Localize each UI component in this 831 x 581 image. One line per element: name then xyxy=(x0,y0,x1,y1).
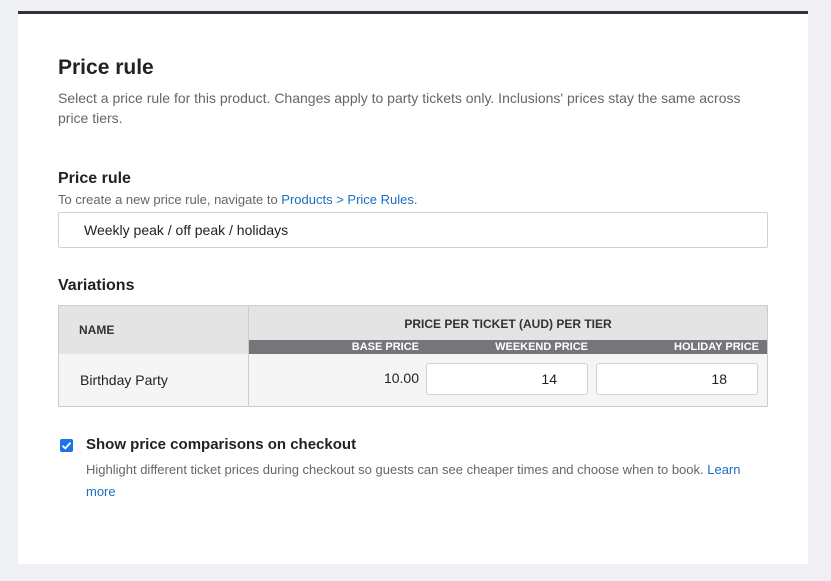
price-comparison-label: Show price comparisons on checkout xyxy=(86,436,357,453)
col-header-weekend-price: WEEKEND PRICE xyxy=(495,341,588,353)
base-price-value: 10.00 xyxy=(383,370,419,386)
row-name: Birthday Party xyxy=(59,354,249,406)
price-comparison-checkbox[interactable] xyxy=(60,439,73,452)
price-rule-label: Price rule xyxy=(58,170,131,187)
page-description: Select a price rule for this product. Ch… xyxy=(58,90,741,126)
variations-table: NAME PRICE PER TICKET (AUD) PER TIER BAS… xyxy=(58,305,768,407)
price-comparison-description: Highlight different ticket prices during… xyxy=(86,459,766,503)
col-header-base-price: BASE PRICE xyxy=(351,341,419,353)
variations-label: Variations xyxy=(58,277,135,294)
col-header-holiday-price: HOLIDAY PRICE xyxy=(674,341,759,353)
col-header-name: NAME xyxy=(59,306,249,354)
table-row: 10.00 14 18 xyxy=(249,354,767,406)
price-rules-link[interactable]: Products > Price Rules xyxy=(281,192,414,207)
checkmark-icon xyxy=(61,441,72,450)
price-rule-select[interactable]: Weekly peak / off peak / holidays xyxy=(58,212,768,248)
comparison-description-text: Highlight different ticket prices during… xyxy=(86,462,708,477)
price-rule-card: Price rule Select a price rule for this … xyxy=(18,11,808,564)
price-subheader: BASE PRICE WEEKEND PRICE HOLIDAY PRICE xyxy=(249,340,767,354)
price-rule-helper: To create a new price rule, navigate to … xyxy=(58,192,418,207)
holiday-price-input[interactable]: 18 xyxy=(596,363,758,395)
helper-suffix: . xyxy=(413,192,418,207)
weekend-price-input[interactable]: 14 xyxy=(426,363,588,395)
page-title: Price rule xyxy=(58,56,154,79)
helper-text: To create a new price rule, navigate to xyxy=(58,192,282,207)
col-header-price-group: PRICE PER TICKET (AUD) PER TIER xyxy=(249,306,767,340)
